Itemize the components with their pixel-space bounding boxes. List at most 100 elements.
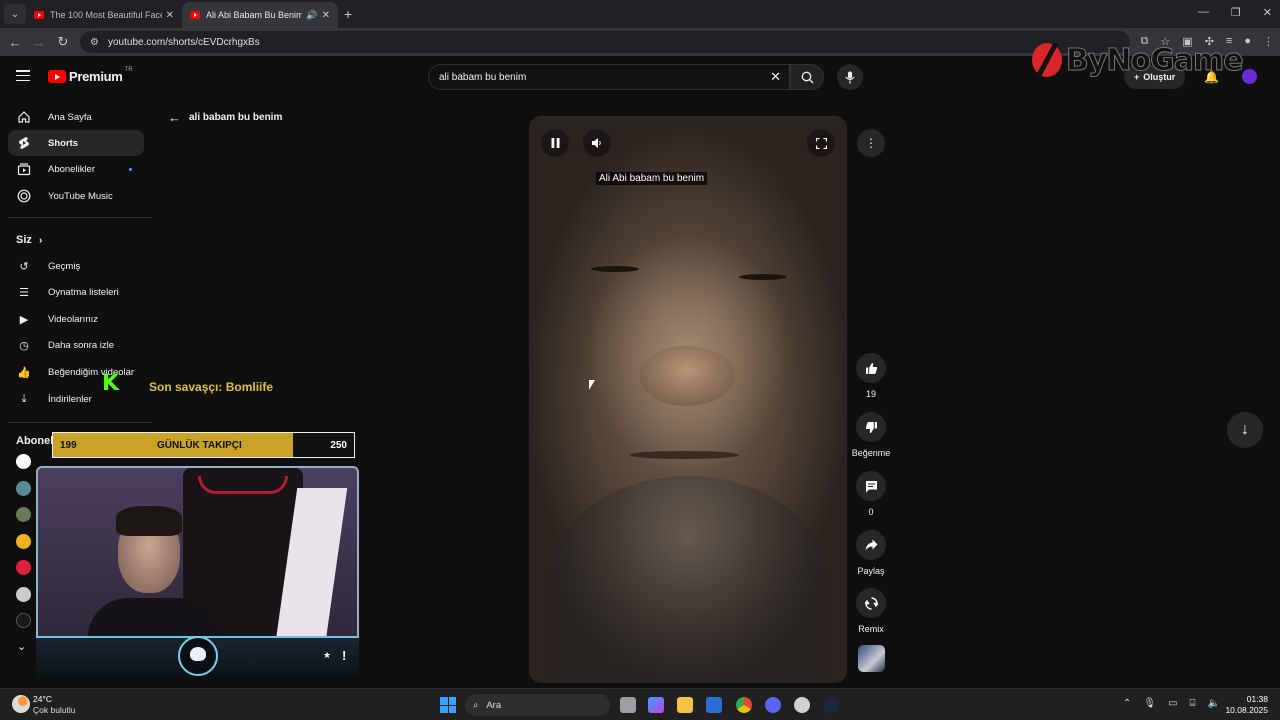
clock-time: 01:38: [1246, 694, 1268, 704]
expand-chevron-icon[interactable]: ⌄: [17, 640, 31, 653]
sidebar-item-home[interactable]: Ana Sayfa: [8, 104, 144, 130]
sidebar-divider: [8, 422, 152, 423]
tab-search-button[interactable]: ⌄: [4, 4, 26, 24]
tab-close-icon[interactable]: ✕: [166, 10, 174, 21]
minimize-icon[interactable]: —: [1198, 6, 1209, 19]
webcam-frame: [198, 476, 288, 494]
watch-later-icon: ◷: [19, 339, 29, 352]
remix-button[interactable]: [856, 588, 886, 618]
your-videos-icon: ▶: [19, 313, 29, 326]
display-icon[interactable]: ▭: [1168, 698, 1177, 709]
region-code: TR: [124, 66, 133, 73]
search-button[interactable]: [790, 64, 824, 90]
sidebar-item-shorts[interactable]: Shorts: [8, 130, 144, 156]
dislike-button[interactable]: [856, 412, 886, 442]
url-text: youtube.com/shorts/cEVDcrhgxBs: [108, 36, 260, 48]
share-action: Paylaş: [850, 530, 892, 576]
task-view-icon[interactable]: [620, 697, 636, 713]
channel-avatar[interactable]: [16, 613, 31, 628]
downloads-icon: ⤓: [21, 392, 27, 405]
tab-close-icon[interactable]: ✕: [322, 10, 330, 21]
channel-avatar[interactable]: [16, 586, 31, 602]
sidebar-item-youtube-music[interactable]: YouTube Music: [8, 183, 144, 209]
shorts-video-player[interactable]: Ali Abi babam bu benim: [529, 116, 847, 683]
channel-avatar[interactable]: [16, 533, 31, 549]
taskbar-clock[interactable]: 01:38 10.08.2025: [1225, 694, 1268, 716]
sound-source-thumbnail[interactable]: [858, 645, 885, 672]
exclamation-icon: !: [342, 648, 347, 663]
profile-icon[interactable]: ●: [1244, 35, 1251, 48]
youtube-play-icon: [48, 70, 66, 83]
forward-arrow-icon[interactable]: →: [27, 35, 51, 50]
last-warrior-text: Son savaşçı: Bomliife: [149, 380, 274, 394]
channel-avatar[interactable]: [16, 560, 31, 575]
windows-start-icon[interactable]: [440, 697, 456, 713]
browser-tab-2[interactable]: Ali Abi Babam Bu Benim ! - 🔊 ✕: [182, 2, 338, 28]
like-count: 19: [865, 389, 876, 399]
close-window-icon[interactable]: ✕: [1263, 6, 1272, 19]
user-avatar[interactable]: [1242, 69, 1257, 84]
sidebar-item-playlists[interactable]: ☰ Oynatma listeleri: [8, 279, 144, 305]
clear-search-icon[interactable]: ✕: [770, 69, 781, 85]
video-frame: [739, 274, 787, 280]
back-to-search[interactable]: ← ali babam bu benim: [168, 110, 282, 125]
url-bar[interactable]: ⚙ youtube.com/shorts/cEVDcrhgxBs: [80, 31, 1130, 53]
you-section-title[interactable]: Siz ›: [16, 234, 42, 246]
new-tab-button[interactable]: +: [344, 6, 352, 22]
steam-icon[interactable]: [823, 697, 839, 713]
comment-count: 0: [868, 507, 874, 517]
stream-watermark: ByNoGame: [1032, 40, 1244, 80]
channel-avatar[interactable]: [16, 480, 31, 496]
sidebar-item-your-videos[interactable]: ▶ Videolarınız: [8, 306, 144, 332]
store-icon[interactable]: [706, 697, 722, 713]
system-tray: ⌃ 🎙 ▭ ⌸ 🔈: [1123, 698, 1220, 709]
tray-chevron-icon[interactable]: ⌃: [1123, 698, 1131, 709]
copilot-icon[interactable]: [648, 697, 664, 713]
taskbar-search[interactable]: ⌕ Ara: [465, 694, 610, 716]
you-section-label: Siz: [16, 234, 32, 246]
share-button[interactable]: [856, 530, 886, 560]
sidebar-item-downloads[interactable]: ⤓ İndirilenler: [8, 386, 144, 412]
windows-taskbar: 24°C Çok bulutlu ⌕ Ara ⌃ 🎙 ▭ ⌸ 🔈 01:38 1…: [0, 688, 1280, 720]
youtube-favicon-icon: [190, 11, 200, 19]
remix-action: Remix: [850, 588, 892, 634]
like-button[interactable]: [856, 353, 886, 383]
browser-tab-1[interactable]: The 100 Most Beautiful Faces of ✕: [26, 2, 182, 28]
pause-button[interactable]: [541, 129, 569, 157]
comments-button[interactable]: [856, 471, 886, 501]
youtube-logo[interactable]: Premium TR: [48, 66, 133, 84]
volume-button[interactable]: [583, 129, 611, 157]
weather-description: Çok bulutlu: [33, 705, 76, 715]
tab-audio-icon[interactable]: 🔊: [306, 10, 317, 21]
sidebar-item-history[interactable]: ↺ Geçmiş: [8, 253, 144, 279]
network-icon[interactable]: ⌸: [1190, 698, 1196, 709]
sidebar-item-label: Shorts: [48, 137, 79, 149]
speaker-icon[interactable]: 🔈: [1208, 698, 1220, 709]
like-action: 19: [850, 353, 892, 399]
maximize-icon[interactable]: ❐: [1231, 6, 1241, 19]
reload-icon[interactable]: ↻: [51, 34, 75, 50]
search-input[interactable]: ali babam bu benim ✕: [428, 64, 790, 90]
hamburger-menu-icon[interactable]: [16, 70, 30, 82]
chrome-icon[interactable]: [736, 697, 752, 713]
microphone-icon[interactable]: 🎙: [1143, 698, 1156, 709]
volume-icon: [591, 138, 601, 148]
sidebar-item-label: Videolarınız: [48, 313, 98, 325]
voice-search-button[interactable]: [837, 64, 863, 90]
more-options-button[interactable]: ⋮: [857, 129, 885, 157]
channel-avatar[interactable]: [16, 507, 31, 522]
back-arrow-icon[interactable]: ←: [3, 35, 27, 50]
site-info-icon[interactable]: ⚙: [90, 37, 102, 48]
menu-dots-icon[interactable]: ⋮: [1263, 35, 1274, 48]
obs-icon[interactable]: [794, 697, 810, 713]
discord-icon[interactable]: [765, 697, 781, 713]
file-explorer-icon[interactable]: [677, 697, 693, 713]
sidebar-item-label: YouTube Music: [48, 190, 113, 202]
weather-icon[interactable]: [12, 695, 30, 713]
next-short-button[interactable]: ↓: [1227, 412, 1263, 448]
channel-avatar[interactable]: [16, 454, 31, 469]
sidebar-item-watch-later[interactable]: ◷ Daha sonra izle: [8, 332, 144, 358]
sidebar-item-subscriptions[interactable]: Abonelikler: [8, 156, 144, 182]
sidebar-item-liked-videos[interactable]: 👍 Beğendiğim videolar: [8, 359, 144, 385]
fullscreen-button[interactable]: [807, 129, 835, 157]
